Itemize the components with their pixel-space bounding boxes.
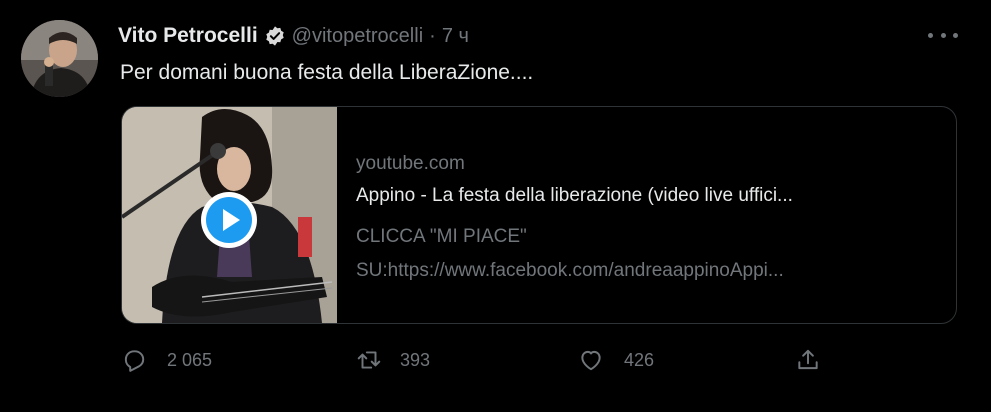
verified-badge-icon <box>264 25 286 47</box>
author-handle[interactable]: @vitopetrocelli <box>292 25 423 48</box>
share-button[interactable] <box>795 346 821 374</box>
avatar[interactable] <box>21 20 98 97</box>
card-title: Appino - La festa della liberazione (vid… <box>356 185 793 206</box>
like-button[interactable]: 426 <box>578 346 654 374</box>
link-card[interactable]: youtube.com Appino - La festa della libe… <box>121 106 957 324</box>
tweet[interactable]: Vito Petrocelli @vitopetrocelli · 7 ч Pe… <box>0 0 991 412</box>
reply-button[interactable]: 2 065 <box>121 346 212 374</box>
retweet-icon <box>357 351 381 369</box>
separator-dot: · <box>429 24 436 47</box>
play-icon[interactable] <box>200 191 258 249</box>
card-description: CLICCA "MI PIACE" SU:https://www.faceboo… <box>356 220 940 288</box>
retweet-count: 393 <box>400 349 431 370</box>
more-icon[interactable] <box>928 24 958 46</box>
reply-icon <box>124 350 145 372</box>
tweet-header: Vito Petrocelli @vitopetrocelli · 7 ч <box>118 22 469 50</box>
like-icon <box>581 350 601 371</box>
card-info: youtube.com Appino - La festa della libe… <box>356 152 940 288</box>
card-description-line: SU:https://www.facebook.com/andreaappino… <box>356 260 784 281</box>
card-domain: youtube.com <box>356 153 465 174</box>
tweet-text: Per domani buona festa della LiberaZione… <box>120 61 534 84</box>
reply-count: 2 065 <box>167 349 213 370</box>
share-icon <box>798 349 818 370</box>
author-name[interactable]: Vito Petrocelli <box>118 24 258 48</box>
card-description-line: CLICCA "MI PIACE" <box>356 226 527 247</box>
retweet-button[interactable]: 393 <box>356 346 430 374</box>
like-count: 426 <box>624 349 655 370</box>
tweet-timestamp[interactable]: 7 ч <box>442 25 469 48</box>
